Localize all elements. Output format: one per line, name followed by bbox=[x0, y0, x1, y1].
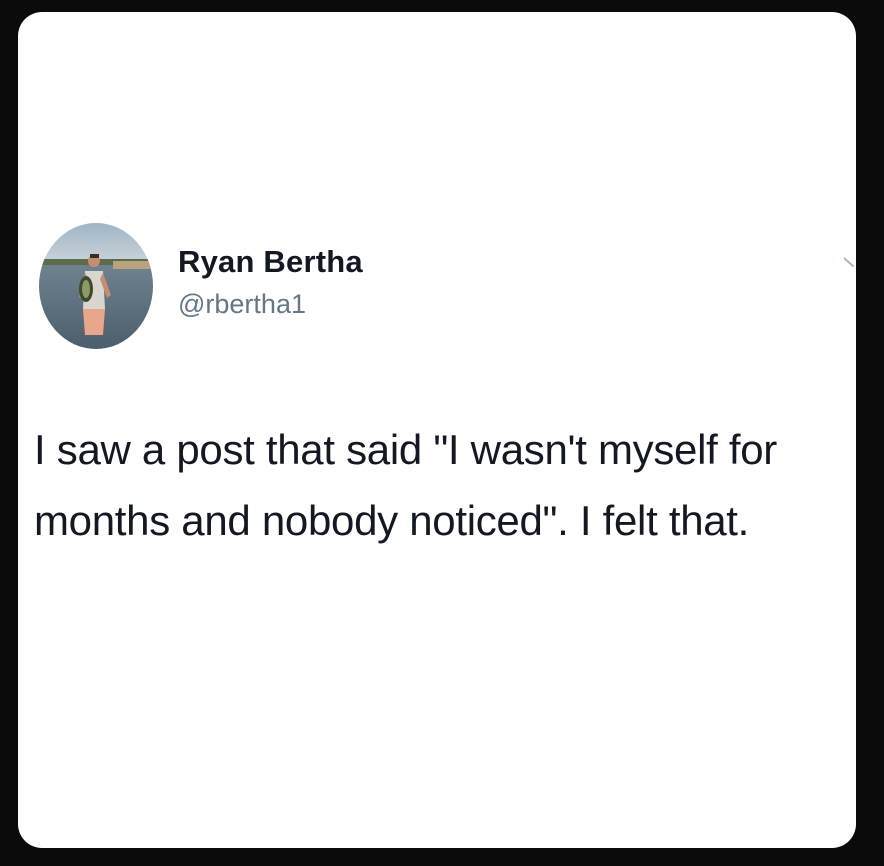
author-display-name[interactable]: Ryan Bertha bbox=[178, 244, 363, 280]
profile-photo-icon bbox=[39, 223, 153, 349]
chevron-down-icon[interactable] bbox=[844, 254, 856, 274]
avatar[interactable] bbox=[39, 223, 153, 349]
tweet-card: Ryan Bertha @rbertha1 I saw a post that … bbox=[18, 12, 856, 848]
author-handle[interactable]: @rbertha1 bbox=[178, 289, 306, 320]
tweet-text: I saw a post that said "I wasn't myself … bbox=[34, 426, 777, 544]
